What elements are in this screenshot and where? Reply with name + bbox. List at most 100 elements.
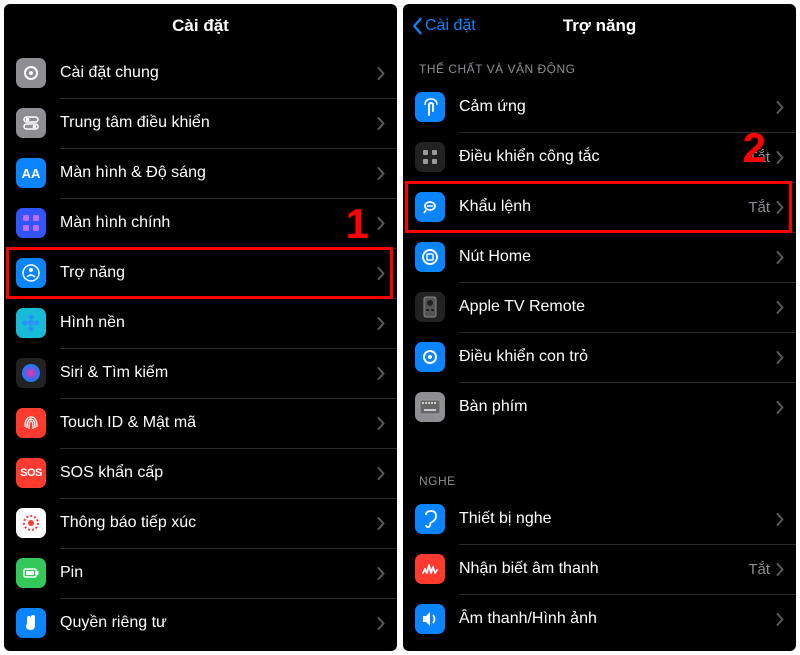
- row-wallpaper[interactable]: Hình nền: [4, 298, 397, 348]
- row-label: Touch ID & Mật mã: [60, 414, 377, 432]
- homebtn-icon: [415, 242, 445, 272]
- chevron-right-icon: [776, 151, 784, 164]
- aa-icon: AA: [16, 158, 46, 188]
- row-label: Âm thanh/Hình ảnh: [459, 610, 776, 628]
- row-label: Thông báo tiếp xúc: [60, 514, 377, 532]
- chevron-right-icon: [377, 517, 385, 530]
- row-sos[interactable]: SOS SOS khẩn cấp: [4, 448, 397, 498]
- row-controlctr[interactable]: Trung tâm điều khiển: [4, 98, 397, 148]
- row-appletv[interactable]: Apple TV Remote: [403, 282, 796, 332]
- right-screen: Cài đặt Trợ năng THỂ CHẤT VÀ VẬN ĐỘNG Cảm…: [403, 4, 796, 651]
- gear-icon: [16, 58, 46, 88]
- chevron-right-icon: [776, 401, 784, 414]
- row-keyboard[interactable]: Bàn phím: [403, 382, 796, 432]
- chevron-right-icon: [377, 117, 385, 130]
- row-label: Bàn phím: [459, 398, 776, 416]
- row-touch[interactable]: Cảm ứng: [403, 82, 796, 132]
- remote-icon: [415, 292, 445, 322]
- hand-icon: [16, 608, 46, 638]
- callout-2: 2: [743, 124, 766, 172]
- chevron-right-icon: [377, 167, 385, 180]
- row-hearing[interactable]: Thiết bị nghe: [403, 494, 796, 544]
- switchgrid-icon: [415, 142, 445, 172]
- chevron-right-icon: [776, 201, 784, 214]
- page-title: Trợ năng: [563, 16, 636, 36]
- row-label: Quyền riêng tư: [60, 614, 377, 632]
- chevron-right-icon: [776, 613, 784, 626]
- back-button[interactable]: Cài đặt: [411, 17, 476, 35]
- row-touchid[interactable]: Touch ID & Mật mã: [4, 398, 397, 448]
- switches-icon: [16, 108, 46, 138]
- chevron-right-icon: [377, 467, 385, 480]
- header: Cài đặt: [4, 4, 397, 48]
- chevron-right-icon: [377, 67, 385, 80]
- row-switchctl[interactable]: Điều khiển công tắcTắt: [403, 132, 796, 182]
- back-label: Cài đặt: [425, 17, 476, 35]
- left-screen: Cài đặt Cài đặt chung Trung tâm điều khiể…: [4, 4, 397, 651]
- row-av[interactable]: Âm thanh/Hình ảnh: [403, 594, 796, 644]
- row-label: Trung tâm điều khiển: [60, 114, 377, 132]
- settings-list: Cài đặt chung Trung tâm điều khiển AA Màn h…: [4, 48, 397, 651]
- sos-icon: SOS: [16, 458, 46, 488]
- finger-icon: [16, 408, 46, 438]
- person-icon: [16, 258, 46, 288]
- row-label: SOS khẩn cấp: [60, 464, 377, 482]
- row-label: Apple TV Remote: [459, 298, 776, 316]
- row-label: Cài đặt chung: [60, 64, 377, 82]
- row-label: Siri & Tìm kiếm: [60, 364, 377, 382]
- chevron-right-icon: [377, 267, 385, 280]
- row-value: Tắt: [748, 199, 770, 216]
- row-voicectl[interactable]: Khẩu lệnhTắt: [403, 182, 796, 232]
- chevron-right-icon: [377, 317, 385, 330]
- chevron-right-icon: [776, 301, 784, 314]
- row-homebtn[interactable]: Nút Home: [403, 232, 796, 282]
- header: Cài đặt Trợ năng: [403, 4, 796, 48]
- row-label: Thiết bị nghe: [459, 510, 776, 528]
- row-general[interactable]: Cài đặt chung: [4, 48, 397, 98]
- chevron-left-icon: [411, 17, 423, 35]
- chevron-right-icon: [377, 217, 385, 230]
- row-label: Màn hình chính: [60, 214, 377, 232]
- row-privacy[interactable]: Quyền riêng tư: [4, 598, 397, 648]
- chevron-right-icon: [776, 101, 784, 114]
- section-header: NGHE: [403, 460, 796, 494]
- row-battery[interactable]: Pin: [4, 548, 397, 598]
- exposure-icon: [16, 508, 46, 538]
- row-label: Khẩu lệnh: [459, 198, 748, 216]
- siri-icon: [16, 358, 46, 388]
- chevron-right-icon: [377, 617, 385, 630]
- row-label: Màn hình & Độ sáng: [60, 164, 377, 182]
- callout-1: 1: [346, 200, 369, 248]
- flower-icon: [16, 308, 46, 338]
- chevron-right-icon: [377, 567, 385, 580]
- voice-icon: [415, 192, 445, 222]
- row-accessibility[interactable]: Trợ năng: [4, 248, 397, 298]
- row-label: Cảm ứng: [459, 98, 776, 116]
- chevron-right-icon: [776, 513, 784, 526]
- row-soundrec[interactable]: Nhận biết âm thanhTắt: [403, 544, 796, 594]
- row-label: Pin: [60, 564, 377, 582]
- row-label: Nhận biết âm thanh: [459, 560, 748, 578]
- row-pointer[interactable]: Điều khiển con trỏ: [403, 332, 796, 382]
- chevron-right-icon: [776, 563, 784, 576]
- chevron-right-icon: [377, 367, 385, 380]
- row-display[interactable]: AA Màn hình & Độ sáng: [4, 148, 397, 198]
- row-home[interactable]: Màn hình chính: [4, 198, 397, 248]
- keyboard-icon: [415, 392, 445, 422]
- page-title: Cài đặt: [172, 16, 229, 36]
- chevron-right-icon: [776, 351, 784, 364]
- row-exposure[interactable]: Thông báo tiếp xúc: [4, 498, 397, 548]
- accessibility-list: THỂ CHẤT VÀ VẬN ĐỘNG Cảm ứng Điều khiển cô…: [403, 48, 796, 651]
- row-value: Tắt: [748, 561, 770, 578]
- ear-icon: [415, 504, 445, 534]
- battery-icon: [16, 558, 46, 588]
- row-label: Nút Home: [459, 248, 776, 266]
- row-label: Điều khiển công tắc: [459, 148, 748, 166]
- touch-icon: [415, 92, 445, 122]
- speaker-icon: [415, 604, 445, 634]
- row-siri[interactable]: Siri & Tìm kiếm: [4, 348, 397, 398]
- grid-icon: [16, 208, 46, 238]
- soundrec-icon: [415, 554, 445, 584]
- row-label: Hình nền: [60, 314, 377, 332]
- section-header: THỂ CHẤT VÀ VẬN ĐỘNG: [403, 48, 796, 82]
